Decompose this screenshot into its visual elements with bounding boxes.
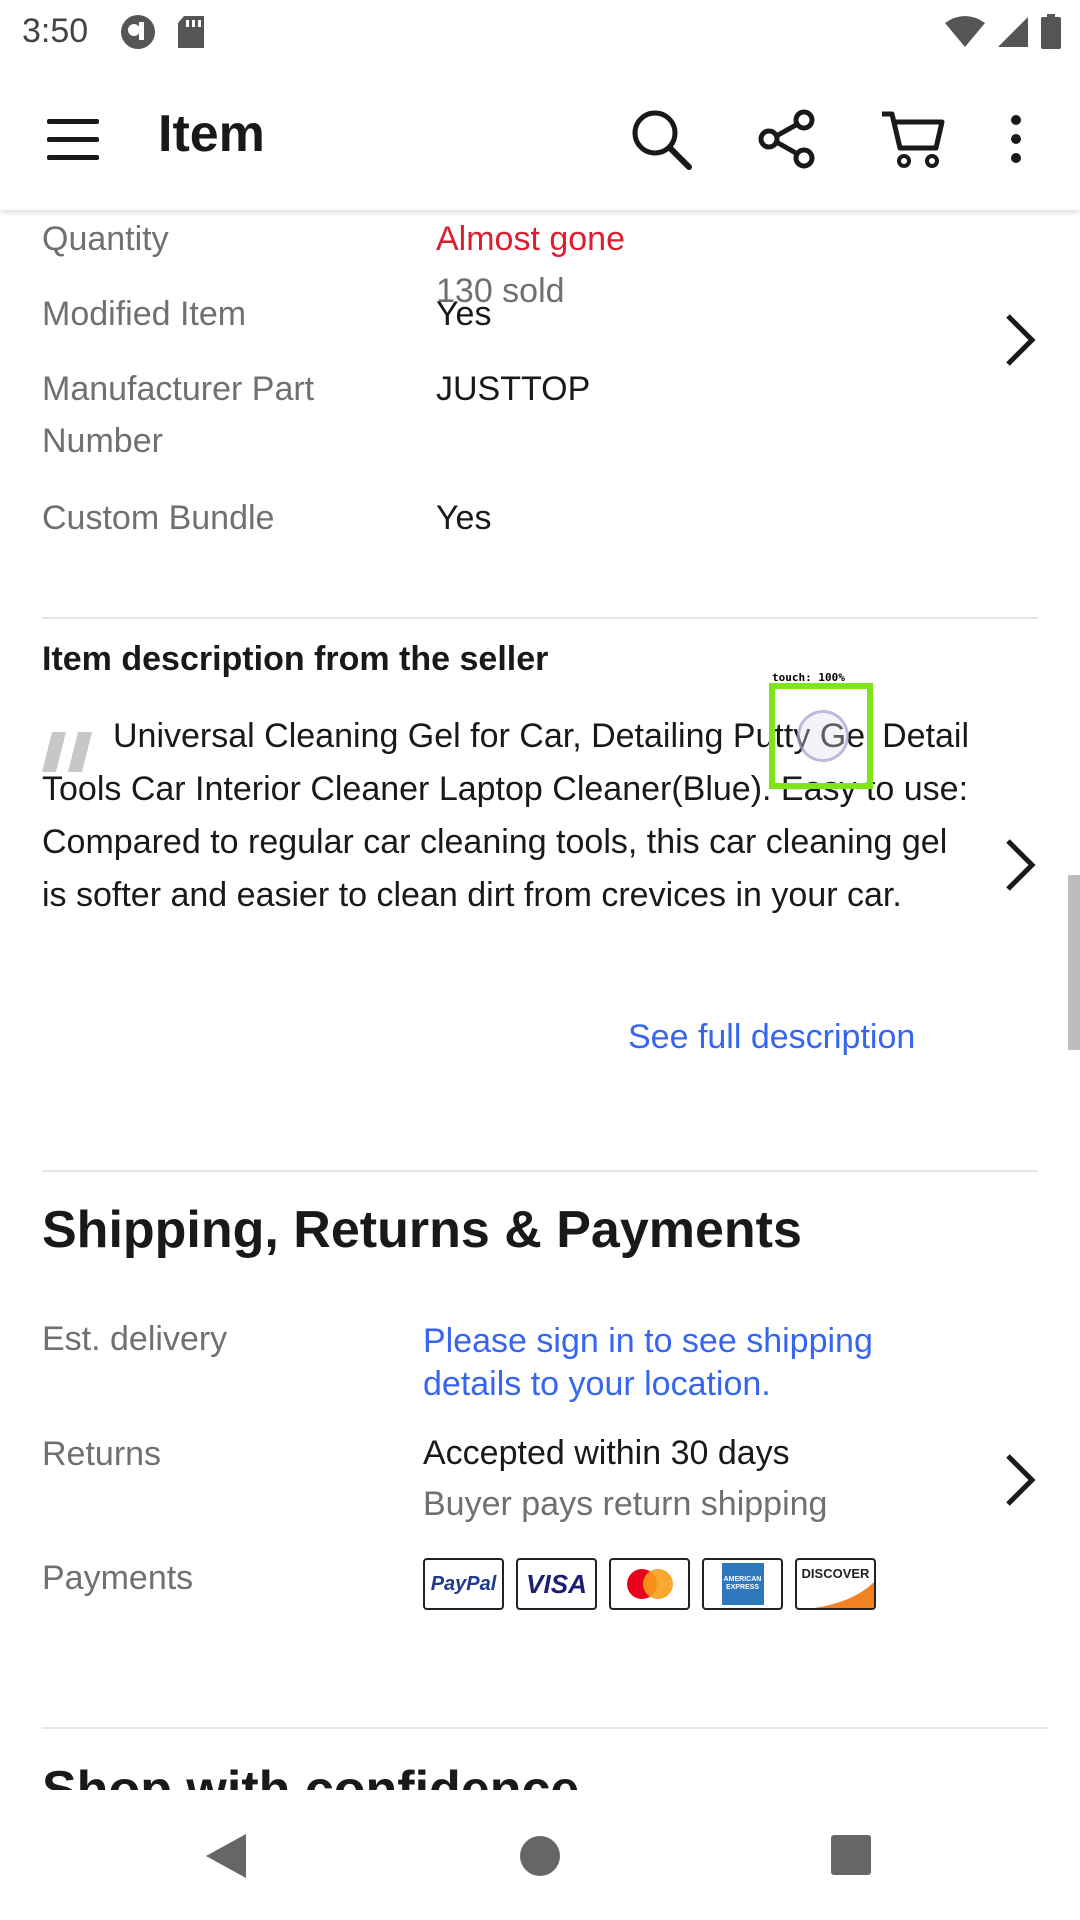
spec-label: Manufacturer Part Number: [42, 370, 315, 460]
discover-icon: DISCOVER: [795, 1558, 876, 1610]
scrollbar-thumb[interactable]: [1068, 875, 1080, 1050]
spec-value-almost-gone: Almost gone: [436, 220, 625, 258]
more-options-button[interactable]: [986, 104, 1046, 174]
wifi-icon: [945, 16, 985, 47]
payment-methods: PayPal VISA AMERICAN EXPRESS DISCOVER: [423, 1558, 876, 1610]
hamburger-menu-icon: [47, 119, 99, 160]
page-title: Item: [158, 105, 265, 163]
cart-button[interactable]: [878, 104, 948, 174]
chevron-right-icon[interactable]: [1000, 835, 1040, 895]
item-specifics[interactable]: Quantity Almost gone 130 sold Modified I…: [0, 210, 1080, 580]
visa-icon: VISA: [516, 1558, 597, 1610]
description-heading: Item description from the seller: [42, 640, 549, 678]
status-icons-left: [120, 14, 206, 50]
sign-in-shipping-link[interactable]: Please sign in to see shipping details t…: [423, 1320, 943, 1406]
divider: [42, 1170, 1038, 1172]
spec-value: Yes: [436, 295, 492, 333]
share-icon: [758, 109, 815, 169]
est-delivery-label: Est. delivery: [42, 1320, 228, 1358]
notification-icon: [121, 15, 155, 49]
menu-button[interactable]: [38, 104, 108, 174]
sd-card-icon: [178, 16, 204, 48]
share-button[interactable]: [752, 104, 822, 174]
status-bar: 3:50: [0, 0, 1080, 64]
spec-label: Modified Item: [42, 295, 247, 333]
more-vertical-icon: [1011, 115, 1021, 163]
amex-icon: AMERICAN EXPRESS: [702, 1558, 783, 1610]
search-icon: [632, 110, 692, 170]
chevron-right-icon: [1006, 1454, 1036, 1506]
content-scroll-area[interactable]: Quantity Almost gone 130 sold Modified I…: [0, 210, 1080, 1790]
divider: [42, 1727, 1048, 1729]
returns-value: Accepted within 30 days: [423, 1434, 790, 1472]
returns-label: Returns: [42, 1435, 162, 1473]
back-icon[interactable]: [204, 1832, 248, 1880]
home-icon[interactable]: [518, 1834, 562, 1878]
shipping-section-title: Shipping, Returns & Payments: [42, 1201, 802, 1259]
see-full-description-link[interactable]: See full description: [628, 1018, 915, 1057]
chevron-right-icon[interactable]: [1000, 310, 1040, 370]
spec-value: Yes: [436, 499, 492, 537]
touch-indicator-circle: [797, 710, 849, 762]
description-block[interactable]: Universal Cleaning Gel for Car, Detailin…: [0, 710, 1080, 1010]
recents-icon[interactable]: [830, 1834, 872, 1876]
search-button[interactable]: [626, 104, 696, 174]
status-icons-right: [944, 14, 1062, 50]
spec-value: JUSTTOP: [436, 370, 591, 408]
navigation-bar: [0, 1790, 1080, 1920]
cart-icon: [882, 111, 945, 168]
returns-sub: Buyer pays return shipping: [423, 1485, 828, 1523]
spec-label: Custom Bundle: [42, 499, 275, 537]
mastercard-icon: [609, 1558, 690, 1610]
status-time: 3:50: [22, 12, 89, 50]
paypal-icon: PayPal: [423, 1558, 504, 1610]
shop-with-confidence-title: Shop with confidence: [42, 1761, 580, 1790]
payments-label: Payments: [42, 1559, 194, 1597]
signal-icon: [998, 17, 1028, 47]
battery-icon: [1041, 14, 1061, 49]
app-bar: Item: [0, 64, 1080, 210]
divider: [42, 617, 1038, 619]
returns-row[interactable]: Returns Accepted within 30 days Buyer pa…: [0, 1428, 1080, 1538]
spec-label: Quantity: [42, 220, 169, 258]
